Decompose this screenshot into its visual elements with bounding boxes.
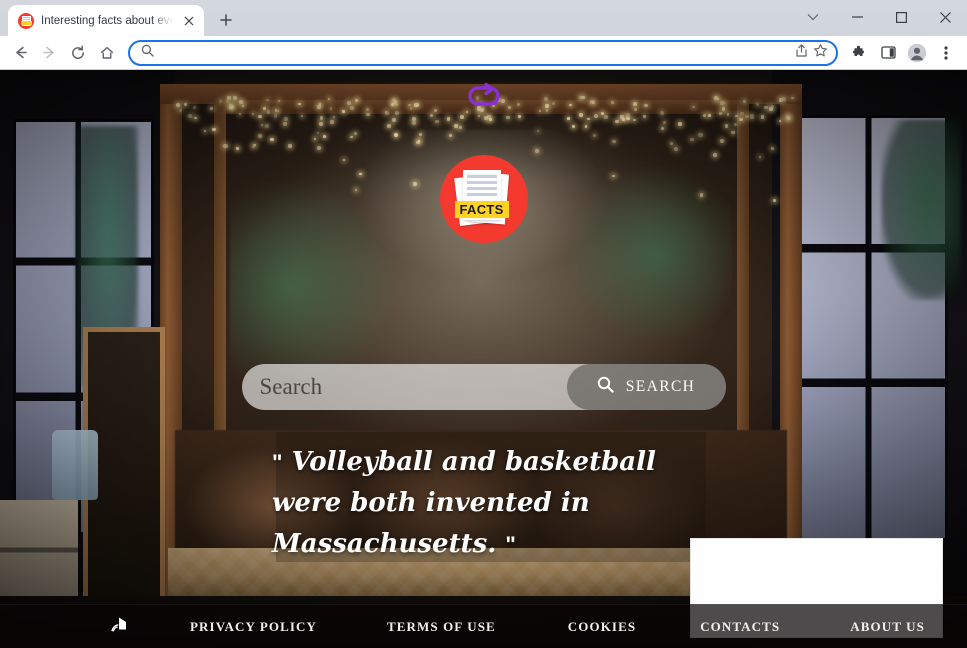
page-viewport: FACTS SEARCH " Volleyball and basketball… bbox=[0, 70, 967, 648]
omnibox-search-icon bbox=[141, 44, 154, 62]
quote-close-mark: " bbox=[505, 532, 516, 557]
site-footer: PRIVACY POLICY TERMS OF USE COOKIES CONT… bbox=[0, 604, 967, 648]
site-logo[interactable]: FACTS bbox=[439, 155, 528, 243]
footer-links: PRIVACY POLICY TERMS OF USE COOKIES CONT… bbox=[190, 619, 924, 635]
reload-icon[interactable] bbox=[64, 39, 92, 67]
home-icon[interactable] bbox=[93, 39, 121, 67]
browser-tab[interactable]: Interesting facts about everything bbox=[8, 5, 204, 36]
share-icon[interactable] bbox=[794, 43, 809, 63]
window-controls bbox=[791, 0, 967, 34]
footer-link-privacy-policy[interactable]: PRIVACY POLICY bbox=[190, 619, 317, 635]
browser-menu-icon[interactable] bbox=[932, 39, 960, 67]
fact-quote: " Volleyball and basketball were both in… bbox=[272, 442, 712, 565]
browser-toolbar bbox=[0, 36, 967, 70]
facts-documents-icon: FACTS bbox=[453, 170, 511, 228]
back-icon[interactable] bbox=[6, 39, 34, 67]
tab-title: Interesting facts about everything bbox=[41, 14, 173, 27]
footer-link-contacts[interactable]: CONTACTS bbox=[700, 619, 780, 635]
maximize-icon[interactable] bbox=[879, 0, 923, 34]
tab-search-chevron-icon[interactable] bbox=[791, 0, 835, 34]
browser-window: Interesting facts about everything bbox=[0, 0, 967, 648]
facts-site-favicon bbox=[18, 12, 34, 29]
search-button[interactable]: SEARCH bbox=[566, 364, 726, 410]
search-input[interactable] bbox=[241, 364, 567, 410]
site-mark-icon[interactable] bbox=[110, 615, 130, 638]
address-input[interactable] bbox=[162, 45, 786, 60]
extensions-puzzle-icon[interactable] bbox=[845, 39, 873, 67]
minimize-icon[interactable] bbox=[835, 0, 879, 34]
search-button-label: SEARCH bbox=[625, 378, 696, 395]
search-icon bbox=[597, 376, 614, 398]
footer-link-about-us[interactable]: ABOUT US bbox=[850, 619, 925, 635]
close-tab-icon[interactable] bbox=[180, 12, 198, 30]
site-content: FACTS SEARCH " Volleyball and basketball… bbox=[0, 70, 967, 648]
quote-text: Volleyball and basketball were both inve… bbox=[272, 447, 656, 559]
quote-open-mark: " bbox=[272, 450, 283, 475]
site-search-bar: SEARCH bbox=[241, 364, 726, 410]
footer-link-cookies[interactable]: COOKIES bbox=[568, 619, 636, 635]
facts-badge-label: FACTS bbox=[454, 201, 509, 218]
bookmark-star-icon[interactable] bbox=[813, 43, 828, 63]
page-refresh-loop-icon[interactable] bbox=[464, 82, 504, 115]
profile-avatar[interactable] bbox=[903, 39, 931, 67]
tab-strip: Interesting facts about everything bbox=[0, 0, 967, 36]
forward-icon[interactable] bbox=[35, 39, 63, 67]
close-window-icon[interactable] bbox=[923, 0, 967, 34]
side-panel-icon[interactable] bbox=[874, 39, 902, 67]
footer-link-terms-of-use[interactable]: TERMS OF USE bbox=[387, 619, 496, 635]
new-tab-button[interactable] bbox=[212, 6, 240, 34]
address-bar[interactable] bbox=[128, 39, 838, 66]
